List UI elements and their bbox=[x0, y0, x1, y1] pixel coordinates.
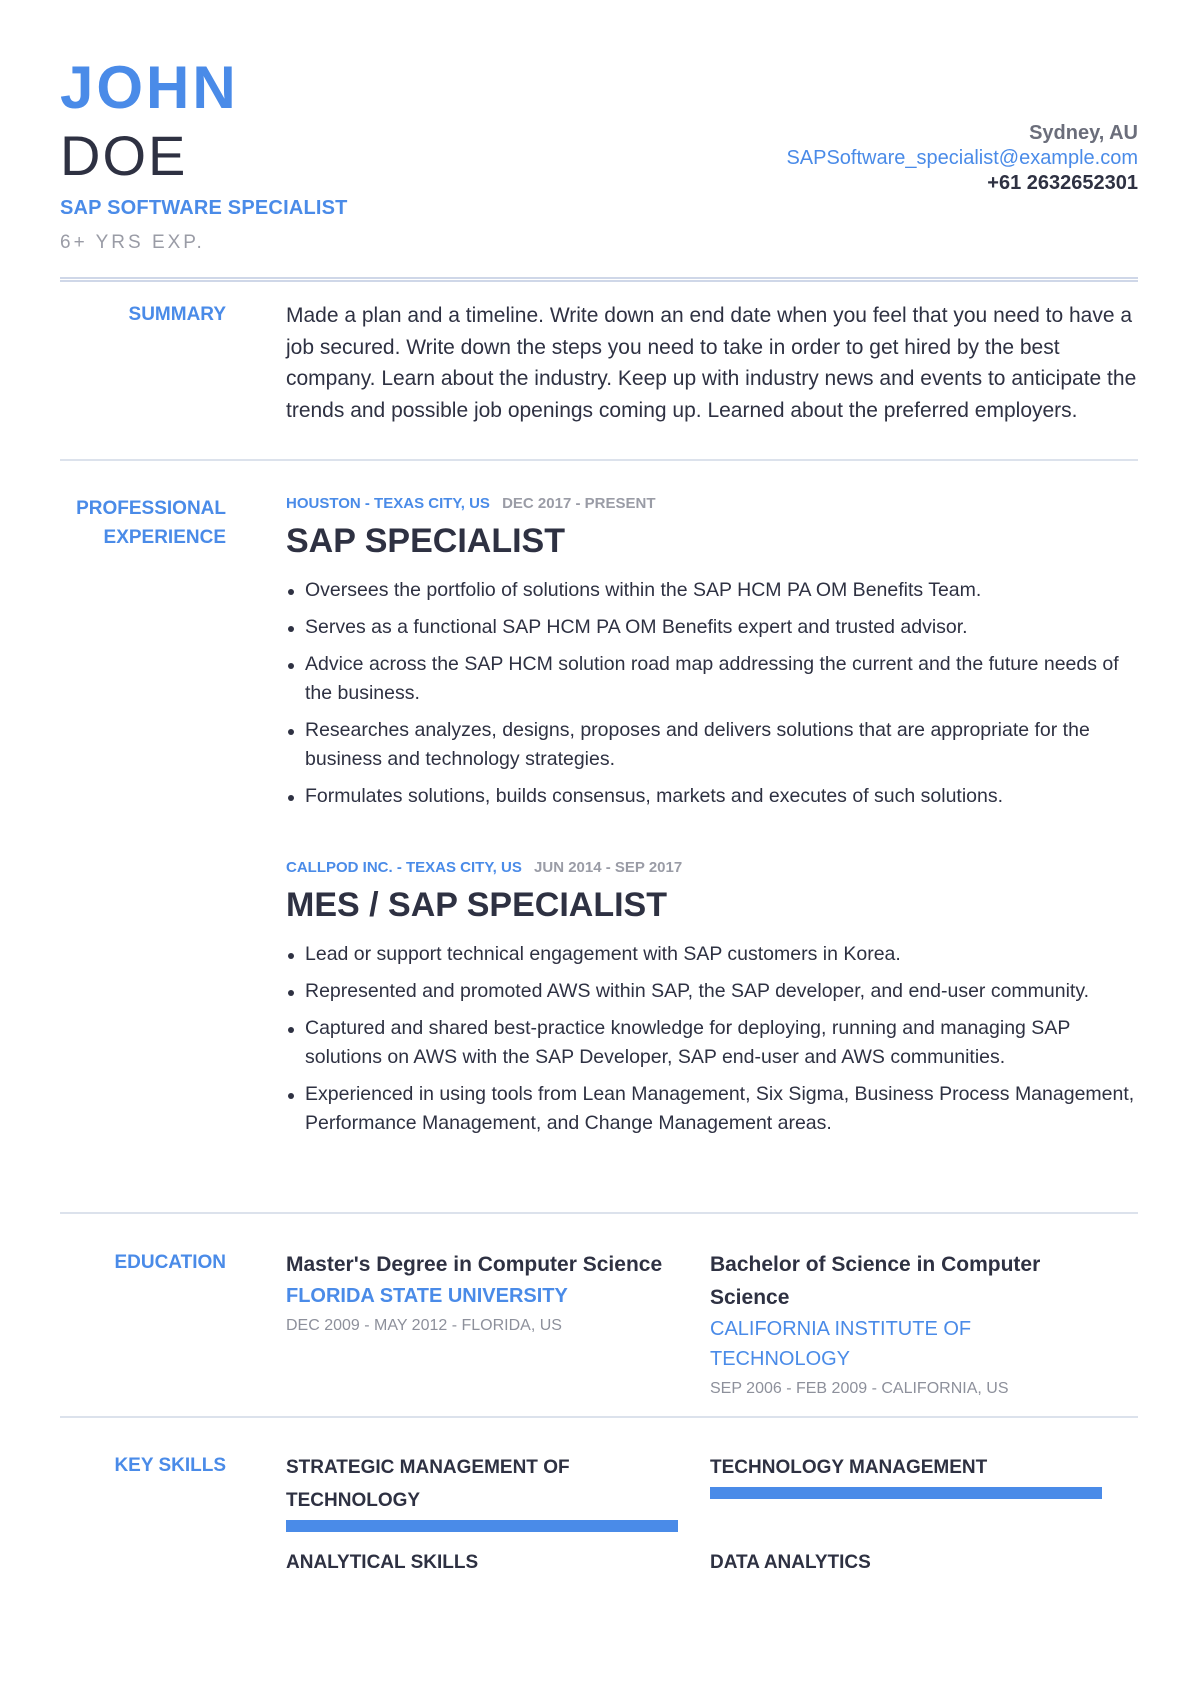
resume-page: JOHN DOE SAP SOFTWARE SPECIALIST 6+ YRS … bbox=[60, 0, 1138, 1573]
job-role: SAP SPECIALIST bbox=[286, 522, 565, 560]
job-dates: DEC 2017 - PRESENT bbox=[502, 495, 656, 512]
contact-email-link[interactable]: SAPSoftware_specialist@example.com bbox=[786, 146, 1138, 171]
first-name: JOHN bbox=[60, 54, 239, 121]
job-bullet: Experienced in using tools from Lean Man… bbox=[286, 1080, 1138, 1138]
skill-name: STRATEGIC MANAGEMENT OF TECHNOLOGY bbox=[286, 1457, 570, 1511]
job-company: HOUSTON - TEXAS CITY, US bbox=[286, 495, 490, 512]
skills-label: KEY SKILLS bbox=[114, 1455, 226, 1476]
job-dates: JUN 2014 - SEP 2017 bbox=[534, 859, 683, 876]
experience-label: PROFESSIONAL EXPERIENCE bbox=[60, 494, 226, 552]
summary-text: Made a plan and a timeline. Write down a… bbox=[286, 304, 1137, 422]
job-meta: CALLPOD INC. - TEXAS CITY, US JUN 2014 -… bbox=[286, 858, 1138, 878]
skill-item: STRATEGIC MANAGEMENT OF TECHNOLOGY bbox=[286, 1451, 678, 1532]
job-role: MES / SAP SPECIALIST bbox=[286, 886, 668, 924]
job-bullet: Serves as a functional SAP HCM PA OM Ben… bbox=[286, 613, 1138, 642]
section-divider bbox=[60, 1212, 1138, 1214]
skill-item: TECHNOLOGY MANAGEMENT bbox=[710, 1451, 1102, 1499]
job-company: CALLPOD INC. - TEXAS CITY, US bbox=[286, 859, 522, 876]
summary-label: SUMMARY bbox=[128, 304, 226, 325]
years-experience: 6+ YRS EXP. bbox=[60, 232, 205, 253]
education-label: EDUCATION bbox=[114, 1252, 226, 1273]
education-degree: Master's Degree in Computer Science bbox=[286, 1253, 663, 1276]
skill-name: TECHNOLOGY MANAGEMENT bbox=[710, 1457, 988, 1478]
skill-level-track bbox=[710, 1487, 1102, 1499]
job-bullet: Advice across the SAP HCM solution road … bbox=[286, 650, 1138, 708]
job-title: SAP SOFTWARE SPECIALIST bbox=[60, 197, 348, 219]
job-bullet: Oversees the portfolio of solutions with… bbox=[286, 576, 1138, 605]
contact-info: Sydney, AU SAPSoftware_specialist@exampl… bbox=[786, 121, 1138, 196]
education-school: CALIFORNIA INSTITUTE OF TECHNOLOGY bbox=[710, 1318, 972, 1370]
job-bullets: Lead or support technical engagement wit… bbox=[286, 940, 1138, 1138]
job-bullet: Lead or support technical engagement wit… bbox=[286, 940, 1138, 969]
education-item: Master's Degree in Computer Science FLOR… bbox=[286, 1248, 686, 1341]
skill-level-bar bbox=[710, 1487, 1102, 1499]
section-divider bbox=[60, 1416, 1138, 1418]
job-bullet: Formulates solutions, builds consensus, … bbox=[286, 782, 1138, 811]
skill-item: DATA ANALYTICS bbox=[710, 1546, 1102, 1579]
education-item: Bachelor of Science in Computer Science … bbox=[710, 1248, 1090, 1404]
education-details: DEC 2009 - MAY 2012 - FLORIDA, US bbox=[286, 1317, 562, 1334]
skill-level-track bbox=[286, 1520, 678, 1532]
skill-level-bar bbox=[286, 1520, 678, 1532]
header-divider bbox=[60, 277, 1138, 282]
contact-phone: +61 2632652301 bbox=[987, 172, 1138, 194]
section-divider bbox=[60, 459, 1138, 461]
job-entry: HOUSTON - TEXAS CITY, US DEC 2017 - PRES… bbox=[286, 494, 1138, 819]
last-name: DOE bbox=[60, 124, 188, 187]
education-degree: Bachelor of Science in Computer Science bbox=[710, 1253, 1041, 1309]
job-bullet: Researches analyzes, designs, proposes a… bbox=[286, 716, 1138, 774]
job-entry: CALLPOD INC. - TEXAS CITY, US JUN 2014 -… bbox=[286, 858, 1138, 1146]
education-school: FLORIDA STATE UNIVERSITY bbox=[286, 1285, 568, 1307]
skill-name: DATA ANALYTICS bbox=[710, 1552, 871, 1573]
experience-label-line2: EXPERIENCE bbox=[103, 527, 226, 548]
resume-header: JOHN DOE SAP SOFTWARE SPECIALIST 6+ YRS … bbox=[60, 0, 1138, 286]
skill-item: ANALYTICAL SKILLS bbox=[286, 1546, 678, 1579]
contact-location: Sydney, AU bbox=[1029, 122, 1138, 144]
job-meta: HOUSTON - TEXAS CITY, US DEC 2017 - PRES… bbox=[286, 494, 1138, 514]
job-bullet: Captured and shared best-practice knowle… bbox=[286, 1014, 1138, 1072]
job-bullets: Oversees the portfolio of solutions with… bbox=[286, 576, 1138, 811]
skill-name: ANALYTICAL SKILLS bbox=[286, 1552, 479, 1573]
experience-label-line1: PROFESSIONAL bbox=[76, 498, 226, 519]
education-details: SEP 2006 - FEB 2009 - CALIFORNIA, US bbox=[710, 1380, 1009, 1397]
job-bullet: Represented and promoted AWS within SAP,… bbox=[286, 977, 1138, 1006]
